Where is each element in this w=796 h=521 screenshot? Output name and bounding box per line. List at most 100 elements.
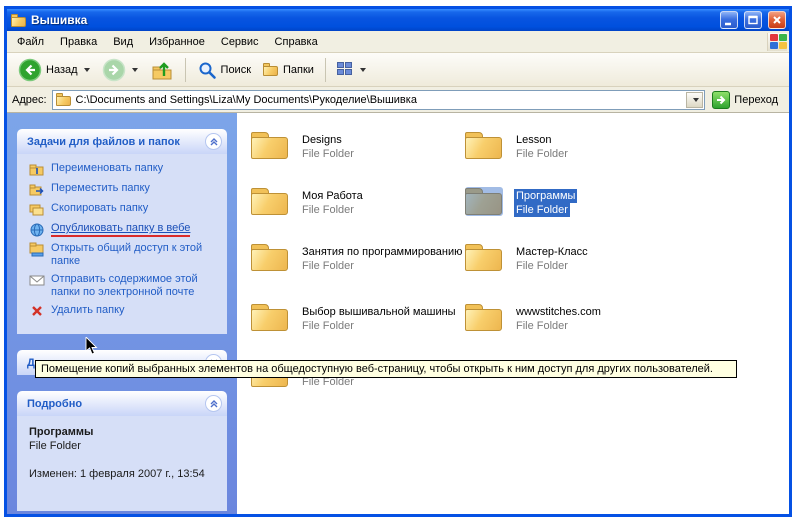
- task-label: Переименовать папку: [51, 162, 163, 175]
- task-label: Переместить папку: [51, 182, 150, 195]
- search-icon: [197, 60, 217, 80]
- address-dropdown-icon: [693, 98, 699, 102]
- menu-bar: Файл Правка Вид Избранное Сервис Справка: [7, 31, 789, 53]
- task-move-folder[interactable]: Переместить папку: [29, 182, 223, 197]
- file-list-area[interactable]: DesignsFile Folder LessonFile Folder Моя…: [237, 113, 789, 514]
- file-item-zanyatiya[interactable]: Занятия по программированиюFile Folder: [251, 243, 461, 273]
- maximize-button[interactable]: [744, 11, 762, 29]
- folders-label: Папки: [283, 64, 314, 76]
- folder-icon: [465, 303, 505, 333]
- task-label: Опубликовать папку в вебе: [51, 222, 190, 237]
- address-input[interactable]: C:\Documents and Settings\Liza\My Docume…: [52, 90, 706, 110]
- up-button[interactable]: [145, 56, 179, 84]
- file-item-master-klass[interactable]: Мастер-КлассFile Folder: [465, 243, 675, 273]
- details-header[interactable]: Подробно: [17, 391, 227, 416]
- address-label: Адрес:: [12, 94, 47, 106]
- task-pane: Задачи для файлов и папок Переименовать …: [7, 113, 237, 514]
- folder-icon: [251, 131, 291, 161]
- menu-tools[interactable]: Сервис: [213, 33, 267, 51]
- file-tasks-title: Задачи для файлов и папок: [27, 136, 180, 148]
- section-file-tasks: Задачи для файлов и папок Переименовать …: [17, 129, 227, 334]
- details-body: Программы File Folder Изменен: 1 февраля…: [17, 416, 227, 511]
- rename-folder-icon: [29, 162, 45, 177]
- task-share-folder[interactable]: Открыть общий доступ к этой папке: [29, 242, 223, 268]
- email-icon: [29, 273, 45, 288]
- collapse-chevron-icon[interactable]: [205, 133, 222, 150]
- details-name: Программы: [29, 426, 217, 438]
- task-label: Удалить папку: [51, 304, 125, 317]
- back-dropdown-icon[interactable]: [84, 68, 90, 72]
- move-folder-icon: [29, 182, 45, 197]
- file-item-lesson[interactable]: LessonFile Folder: [465, 131, 675, 161]
- file-item-designs[interactable]: DesignsFile Folder: [251, 131, 461, 161]
- copy-folder-icon: [29, 202, 45, 217]
- folder-icon-selected: [465, 187, 505, 217]
- back-button[interactable]: Назад: [13, 56, 95, 84]
- details-title: Подробно: [27, 398, 82, 410]
- section-details: Подробно Программы File Folder Изменен: …: [17, 391, 227, 511]
- task-rename-folder[interactable]: Переименовать папку: [29, 162, 223, 177]
- tooltip: Помещение копий выбранных элементов на о…: [35, 360, 737, 378]
- go-icon: [712, 91, 730, 109]
- publish-web-icon: [29, 222, 45, 237]
- task-publish-folder[interactable]: Опубликовать папку в вебе: [29, 222, 223, 237]
- menu-view[interactable]: Вид: [105, 33, 141, 51]
- folder-icon: [251, 243, 291, 273]
- collapse-chevron-icon[interactable]: [205, 395, 222, 412]
- close-button[interactable]: [768, 11, 786, 29]
- menu-edit[interactable]: Правка: [52, 33, 105, 51]
- toolbar-separator: [325, 58, 326, 82]
- address-dropdown-button[interactable]: [686, 92, 703, 108]
- search-button[interactable]: Поиск: [192, 58, 256, 82]
- go-button[interactable]: Переход: [710, 90, 784, 110]
- details-modified: Изменен: 1 февраля 2007 г., 13:54: [29, 468, 217, 480]
- forward-dropdown-icon[interactable]: [132, 68, 138, 72]
- folder-icon: [251, 303, 291, 333]
- toolbar: Назад Поиск Папки: [7, 53, 789, 87]
- go-label: Переход: [734, 94, 778, 106]
- share-folder-icon: [29, 242, 45, 257]
- forward-icon: [102, 58, 126, 82]
- task-label: Открыть общий доступ к этой папке: [51, 242, 223, 268]
- mouse-cursor-icon: [85, 337, 99, 357]
- task-delete-folder[interactable]: Удалить папку: [29, 304, 223, 319]
- views-icon: [337, 62, 354, 77]
- search-label: Поиск: [221, 64, 251, 76]
- forward-button[interactable]: [97, 56, 143, 84]
- file-item-moya-rabota[interactable]: Моя РаботаFile Folder: [251, 187, 461, 217]
- details-type: File Folder: [29, 440, 217, 452]
- task-email-folder[interactable]: Отправить содержимое этой папки по элект…: [29, 273, 223, 299]
- menu-file[interactable]: Файл: [9, 33, 52, 51]
- address-bar: Адрес: C:\Documents and Settings\Liza\My…: [7, 87, 789, 113]
- delete-icon: [29, 304, 45, 319]
- title-bar[interactable]: Вышивка: [7, 9, 789, 31]
- folder-icon: [465, 131, 505, 161]
- folders-button[interactable]: Папки: [258, 61, 319, 78]
- address-folder-icon: [56, 93, 72, 106]
- views-dropdown-icon[interactable]: [360, 68, 366, 72]
- views-button[interactable]: [332, 60, 371, 79]
- maximize-icon: [746, 13, 760, 27]
- back-icon: [18, 58, 42, 82]
- menu-favorites[interactable]: Избранное: [141, 33, 213, 51]
- windows-logo-icon: [767, 33, 787, 51]
- folder-icon: [465, 243, 505, 273]
- content-area: Задачи для файлов и папок Переименовать …: [7, 113, 789, 514]
- file-item-wwwstitches[interactable]: wwwstitches.comFile Folder: [465, 303, 675, 333]
- file-tasks-body: Переименовать папку Переместить папку Ск…: [17, 154, 227, 334]
- folder-icon: [251, 187, 291, 217]
- menu-help[interactable]: Справка: [267, 33, 326, 51]
- task-label: Отправить содержимое этой папки по элект…: [51, 273, 223, 299]
- window-title: Вышивка: [31, 13, 714, 27]
- folders-icon: [263, 63, 279, 76]
- explorer-window: Вышивка Файл Правка Вид Избранное Сервис…: [4, 6, 792, 517]
- close-icon: [770, 13, 784, 27]
- file-tasks-header[interactable]: Задачи для файлов и папок: [17, 129, 227, 154]
- task-copy-folder[interactable]: Скопировать папку: [29, 202, 223, 217]
- file-item-programmy[interactable]: ПрограммыFile Folder: [465, 187, 675, 217]
- minimize-icon: [722, 13, 736, 27]
- address-path: C:\Documents and Settings\Liza\My Docume…: [76, 94, 683, 106]
- file-item-vybor-mashiny[interactable]: Выбор вышивальной машиныFile Folder: [251, 303, 461, 333]
- minimize-button[interactable]: [720, 11, 738, 29]
- back-label: Назад: [46, 64, 78, 76]
